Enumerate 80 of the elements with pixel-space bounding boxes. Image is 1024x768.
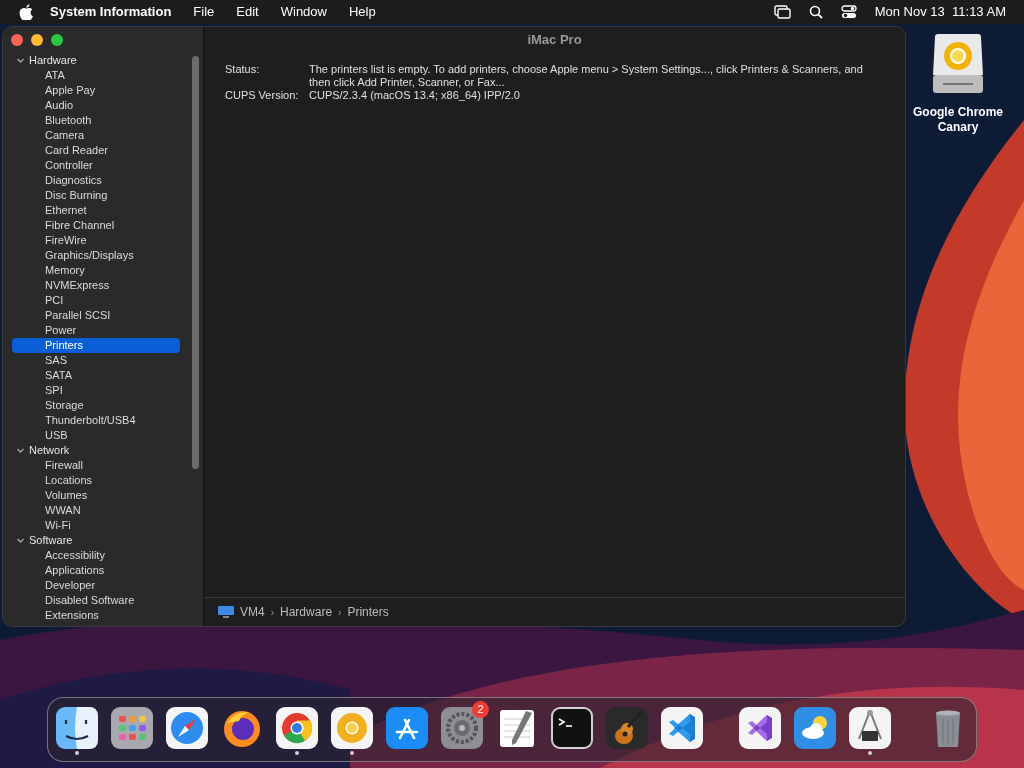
sidebar-item[interactable]: Parallel SCSI xyxy=(12,308,180,323)
sidebar-item[interactable]: Applications xyxy=(12,563,180,578)
menu-item[interactable]: Help xyxy=(348,2,376,22)
apple-logo-icon[interactable] xyxy=(19,4,33,20)
gear-icon[interactable] xyxy=(441,706,483,749)
menu-item[interactable]: File xyxy=(193,2,215,22)
desktop-icon-label[interactable]: Google Chrome Canary xyxy=(908,105,1008,135)
sidebar-item[interactable]: Developer xyxy=(12,578,180,593)
breadcrumb-item[interactable]: VM4 xyxy=(240,603,265,621)
sidebar-item[interactable]: Extensions xyxy=(12,608,180,623)
search-icon[interactable] xyxy=(808,5,823,19)
sidebar-item[interactable]: Power xyxy=(12,323,180,338)
sidebar-item[interactable]: USB xyxy=(12,428,180,443)
sidebar-item[interactable]: SPI xyxy=(12,383,180,398)
close-button[interactable] xyxy=(11,34,23,46)
sidebar-item[interactable]: Wi-Fi xyxy=(12,518,180,533)
zoom-button[interactable] xyxy=(51,34,63,46)
sidebar-item[interactable]: Diagnostics xyxy=(12,173,180,188)
sidebar-item[interactable]: Printers xyxy=(12,338,180,353)
control-center-icon[interactable] xyxy=(840,5,857,19)
sidebar-item[interactable]: Volumes xyxy=(12,488,180,503)
sidebar-item[interactable]: Graphics/Displays xyxy=(12,248,180,263)
sidebar-item[interactable]: SATA xyxy=(12,368,180,383)
sidebar-item[interactable]: NVMExpress xyxy=(12,278,180,293)
sidebar-item[interactable]: Locations xyxy=(12,473,180,488)
sidebar-item[interactable]: Firewall xyxy=(12,458,180,473)
menu-item[interactable]: Edit xyxy=(236,2,259,22)
sidebar-item[interactable]: Bluetooth xyxy=(12,113,180,128)
breadcrumb-separator: › xyxy=(270,605,275,620)
breadcrumb-item[interactable]: Hardware xyxy=(280,603,333,621)
sidebar-item[interactable]: Card Reader xyxy=(12,143,180,158)
section-header[interactable]: Network xyxy=(29,442,70,459)
app-menu[interactable]: System Information xyxy=(50,2,172,22)
disclosure-chevron-icon[interactable] xyxy=(16,446,25,455)
sidebar-item[interactable]: SAS xyxy=(12,353,180,368)
weather-icon[interactable] xyxy=(794,706,836,749)
code-editor-icon[interactable] xyxy=(739,706,781,749)
menu-item[interactable]: Window xyxy=(280,2,327,22)
terminal-icon[interactable] xyxy=(551,706,593,749)
disclosure-chevron-icon[interactable] xyxy=(16,536,25,545)
sidebar-item[interactable]: Disc Burning xyxy=(12,188,180,203)
sidebar-item[interactable]: ATA xyxy=(12,68,180,83)
field-value: CUPS/2.3.4 (macOS 13.4; x86_64) IPP/2.0 xyxy=(309,89,520,102)
sidebar-item[interactable]: Apple Pay xyxy=(12,83,180,98)
section-header[interactable]: Hardware xyxy=(29,52,77,69)
sidebar-item[interactable]: Camera xyxy=(12,128,180,143)
section-header[interactable]: Software xyxy=(29,532,73,549)
sidebar-item[interactable]: Disabled Software xyxy=(12,593,180,608)
code-editor-icon[interactable] xyxy=(661,706,703,749)
sidebar-item[interactable]: WWAN xyxy=(12,503,180,518)
disclosure-chevron-icon[interactable] xyxy=(16,56,25,65)
breadcrumb-separator: › xyxy=(338,605,342,620)
smiling-face-icon[interactable] xyxy=(56,706,98,749)
window-title: iMac Pro xyxy=(527,31,582,50)
guitar-icon[interactable] xyxy=(606,706,648,749)
drive-icon[interactable] xyxy=(930,33,986,95)
minimize-button[interactable] xyxy=(31,34,43,46)
sidebar-item[interactable]: Thunderbolt/USB4 xyxy=(12,413,180,428)
caliper-icon[interactable] xyxy=(849,706,891,749)
menu-bar-clock[interactable]: Mon Nov 13 11:13 AM xyxy=(874,2,1006,22)
sidebar-item[interactable]: Storage xyxy=(12,398,180,413)
sidebar-item[interactable]: Controller xyxy=(12,158,180,173)
sidebar-item[interactable]: PCI xyxy=(12,293,180,308)
compass-icon[interactable] xyxy=(166,706,208,749)
app-store-icon[interactable] xyxy=(386,706,428,749)
sidebar-item[interactable]: Fibre Channel xyxy=(12,218,180,233)
field-value: The printers list is empty. To add printers, choose Apple menu > System Settings..., click Printers & Scanners, and then click Add Printer, Scanner, or Fax... xyxy=(309,63,864,89)
field-label: Status: xyxy=(225,63,261,77)
sidebar-item[interactable]: FireWire xyxy=(12,233,180,248)
sidebar-item[interactable]: Ethernet xyxy=(12,203,180,218)
app-grid-icon[interactable] xyxy=(111,706,153,749)
field-label: CUPS Version: xyxy=(225,89,300,102)
sidebar-item[interactable]: Memory xyxy=(12,263,180,278)
scrollbar[interactable] xyxy=(192,56,199,469)
ring-logo-icon[interactable] xyxy=(331,706,373,749)
breadcrumb-item[interactable]: Printers xyxy=(347,603,389,621)
computer-icon xyxy=(218,605,234,619)
screen-mirroring-icon[interactable] xyxy=(773,5,791,19)
sidebar-item[interactable]: Audio xyxy=(12,98,180,113)
sidebar-item[interactable]: Accessibility xyxy=(12,548,180,563)
